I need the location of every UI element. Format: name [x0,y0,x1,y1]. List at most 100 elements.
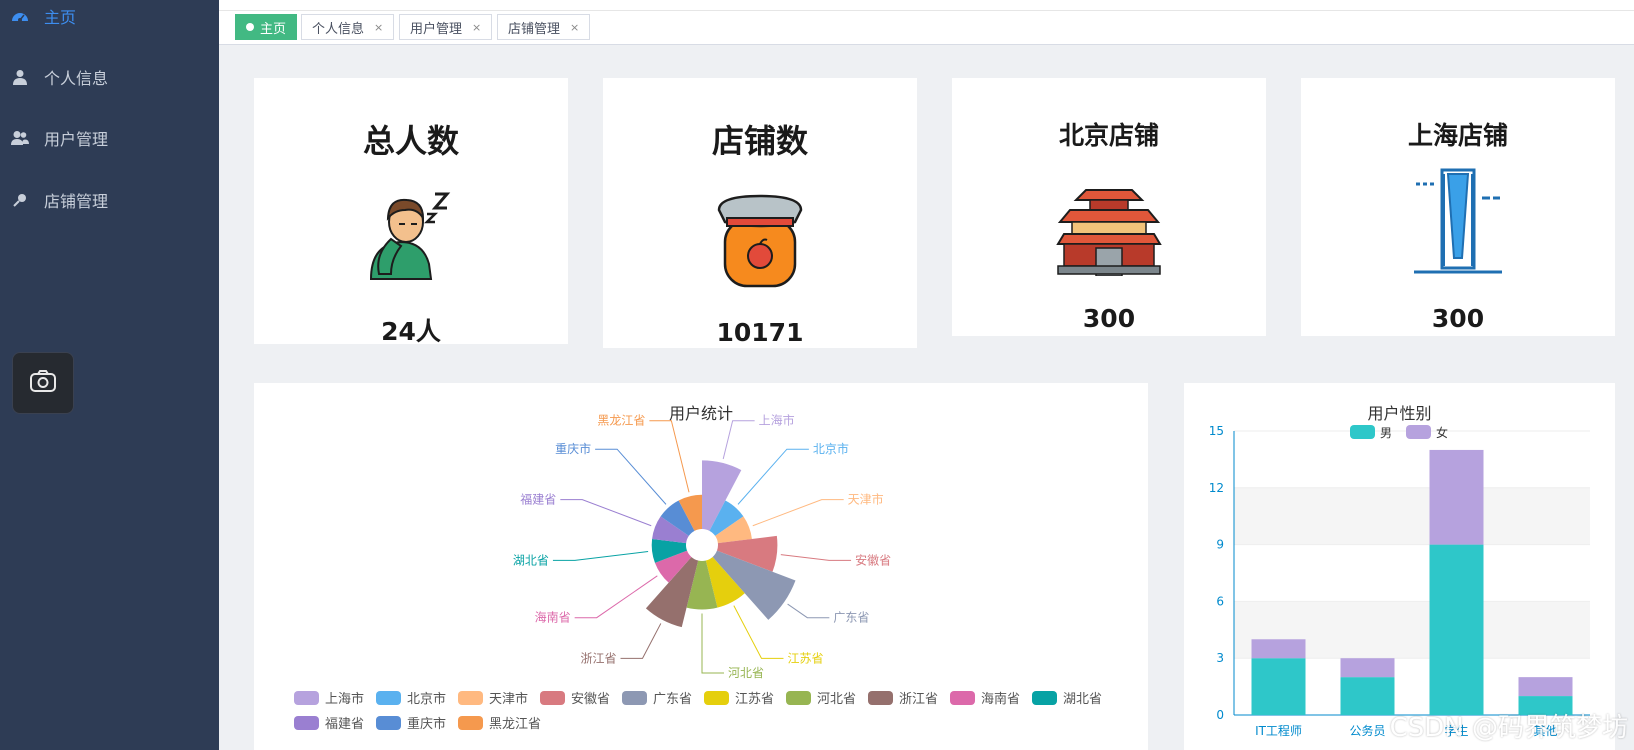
legend-swatch [786,690,811,705]
tab-users[interactable]: 用户管理 × [399,14,493,40]
grid-band [1234,487,1590,545]
tab-label: 个人信息 [312,21,365,37]
y-tick-label: 9 [1216,538,1224,552]
user-gender-chart-card: 用户性别 0 3 6 9 12 15 IT工程师 公务员 学生 其他男女 [1184,383,1615,750]
watermark: CSDN @码界筑梦坊 [1389,713,1628,743]
bar-segment[interactable] [1340,658,1395,678]
legend-item[interactable]: 河北省 [786,688,856,707]
card-value: 300 [1431,304,1485,333]
chart-legend: 上海市 北京市 天津市 安徽省 广东省 江苏省 河北省 浙江省 海南省 湖北省福建省 重庆市 黑龙江省 [254,383,1148,750]
bar-segment[interactable] [1251,658,1306,715]
legend-swatch [868,690,893,705]
legend-item[interactable]: 北京市 [376,688,446,707]
legend-label: 河北省 [817,692,857,707]
legend-item[interactable]: 天津市 [458,688,528,707]
user-stats-chart-card: 用户统计 上海市 北京市 天津市 安徽省 广东省 江苏省 河北省 浙江省 海南省 湖北省 福建省 重庆… [254,383,1148,750]
sidebar-item-label: 用户管理 [44,130,109,149]
stat-card-shop-count: 店铺数 10171 [603,78,917,348]
legend-label: 湖北省 [1063,692,1103,707]
close-icon[interactable]: × [374,21,383,34]
y-tick-label: 15 [1209,424,1224,438]
legend-swatch [950,690,975,705]
beijing-gate-icon [1056,176,1162,280]
legend-label: 安徽省 [571,692,611,707]
legend-swatch[interactable] [1350,425,1375,439]
legend-swatch [540,690,565,705]
legend-label: 天津市 [489,692,529,707]
legend-item[interactable]: 湖北省 [1032,688,1102,707]
legend-label: 广东省 [653,692,693,707]
legend-item[interactable]: 浙江省 [868,688,938,707]
tab-home[interactable]: 主页 [235,14,298,40]
legend-item[interactable]: 江苏省 [704,688,774,707]
x-tick-label: 公务员 [1349,723,1385,738]
legend-item[interactable]: 广东省 [622,688,692,707]
shanghai-tower-icon [1408,168,1508,282]
tab-label: 用户管理 [410,21,463,37]
legend-swatch [622,690,647,705]
y-tick-label: 0 [1216,708,1224,722]
pin-icon [10,190,30,210]
tags-view: 主页 个人信息 × 用户管理 × 店铺管理 × [219,10,1634,45]
dashboard-icon [10,6,30,26]
bar-segment[interactable] [1251,639,1306,659]
card-value: 10171 [716,318,804,347]
card-value: 300 [1082,304,1136,333]
active-dot-icon [246,23,254,31]
legend-label: 女 [1436,425,1448,440]
header-bar [219,0,1634,10]
sidebar-item-home[interactable]: 主页 [0,0,219,36]
close-icon[interactable]: × [472,21,481,34]
legend-label: 北京市 [407,692,447,707]
tab-shops[interactable]: 店铺管理 × [497,14,591,40]
legend-swatch [704,690,729,705]
bar-segment[interactable] [1518,677,1573,697]
tab-label: 主页 [260,21,287,37]
sidebar-item-profile[interactable]: 个人信息 [0,57,219,97]
legend-swatch[interactable] [1406,425,1431,439]
y-tick-label: 3 [1216,651,1224,665]
legend-swatch [376,715,401,730]
y-tick-label: 12 [1209,481,1224,495]
legend-item[interactable]: 重庆市 [376,713,446,732]
sidebar-item-shops[interactable]: 店铺管理 [0,180,219,220]
bar-segment[interactable] [1340,677,1395,715]
legend-item[interactable]: 福建省 [294,713,364,732]
users-icon [10,128,30,148]
legend-label: 江苏省 [735,692,775,707]
x-tick-label: IT工程师 [1255,723,1302,738]
sidebar-item-label: 个人信息 [44,69,109,88]
legend-label: 黑龙江省 [489,717,542,732]
y-tick-label: 6 [1216,594,1224,608]
legend-item[interactable]: 安徽省 [540,688,610,707]
sidebar: 主页 个人信息 用户管理 店铺管理 [0,0,219,750]
legend-swatch [1032,690,1057,705]
sidebar-item-users[interactable]: 用户管理 [0,118,219,158]
screenshot-button[interactable] [12,352,74,414]
jam-jar-icon [715,190,805,294]
bar-segment[interactable] [1429,449,1484,545]
legend-swatch [294,715,319,730]
bar-segment[interactable] [1429,544,1484,715]
legend-label: 男 [1380,426,1392,440]
grid-band [1234,544,1590,602]
close-icon[interactable]: × [570,21,579,34]
card-title: 店铺数 [711,122,808,160]
tab-profile[interactable]: 个人信息 × [301,14,395,40]
legend-swatch [294,690,319,705]
legend-swatch [376,690,401,705]
legend-item[interactable]: 上海市 [294,688,364,707]
sidebar-item-label: 主页 [44,8,77,27]
grid-band [1234,431,1590,488]
legend-swatch [458,690,483,705]
card-title: 总人数 [362,122,459,160]
card-title: 上海店铺 [1407,121,1508,150]
stat-card-shanghai-shops: 上海店铺 300 [1301,78,1615,336]
camera-icon [29,369,57,397]
legend-item[interactable]: 海南省 [950,688,1020,707]
legend-label: 福建省 [325,717,365,732]
tab-label: 店铺管理 [508,21,561,37]
card-title: 北京店铺 [1058,121,1159,150]
legend-item[interactable]: 黑龙江省 [458,713,541,732]
legend-label: 重庆市 [407,717,447,732]
